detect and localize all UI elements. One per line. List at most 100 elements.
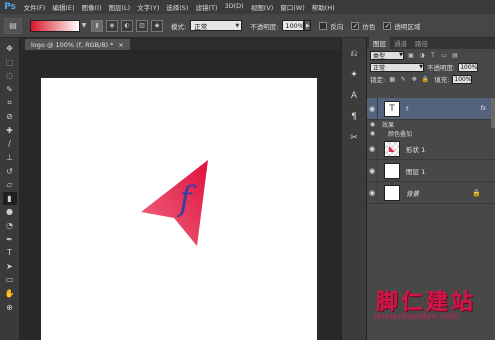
lock-pixels-icon[interactable]: ✎ — [399, 75, 407, 83]
photoshop-logo[interactable]: Ps — [0, 0, 20, 14]
fill-input[interactable]: 100% — [452, 74, 473, 84]
pen-tool-icon[interactable]: ✒ — [3, 232, 17, 246]
tab-layers[interactable]: 图层 — [369, 37, 390, 49]
clone-stamp-tool-icon[interactable]: ⊥ — [3, 151, 17, 165]
blur-tool-icon[interactable]: ● — [3, 205, 17, 219]
menu-file[interactable]: 文件(F) — [20, 2, 49, 12]
effect-color-overlay-row[interactable]: ◉ 颜色叠加 — [367, 129, 495, 138]
close-icon[interactable]: × — [118, 41, 123, 49]
watermark-url: www.dasodan.vnfe — [374, 312, 460, 322]
reflected-gradient-icon[interactable]: ▥ — [136, 19, 148, 32]
background-layer-thumb — [384, 184, 400, 201]
layer-shape-1[interactable]: ◉ ◣ 形状 1 — [367, 137, 495, 160]
watermark: 脚仁建站 www.dasodan.vnfe — [356, 282, 495, 340]
eraser-tool-icon[interactable]: ▱ — [3, 178, 17, 192]
eye-icon[interactable]: ◉ — [367, 137, 378, 160]
menu-view[interactable]: 视图(V) — [247, 2, 277, 12]
document-tab-title: logo @ 100% (f, RGB/8) * — [31, 40, 114, 49]
opacity-input[interactable]: 100% — [282, 20, 305, 31]
reverse-checkbox[interactable] — [319, 21, 328, 30]
lock-position-icon[interactable]: ✥ — [410, 75, 418, 83]
paragraph-icon[interactable]: ¶ — [346, 109, 362, 125]
filter-smart-icon[interactable]: ▤ — [451, 51, 459, 59]
gradient-tool-icon[interactable]: ▮ — [2, 191, 17, 206]
filter-select[interactable]: 类型 ▼ — [370, 50, 404, 60]
character-icon[interactable]: A — [346, 88, 362, 104]
menu-filter[interactable]: 滤镜(T) — [192, 2, 221, 12]
eye-icon[interactable]: ◉ — [367, 97, 378, 120]
lock-all-icon[interactable]: 🔒 — [421, 75, 429, 83]
layer-list: ◉ T f fx ◉ 效果 ◉ 颜色叠加 ◉ ◣ 形状 1 ◉ 图层 1 ◉ 背… — [367, 97, 495, 204]
linear-gradient-icon[interactable]: ▮ — [91, 19, 103, 32]
quick-select-tool-icon[interactable]: ✎ — [3, 83, 17, 97]
opacity-stepper-icon[interactable]: ▶ — [304, 20, 312, 31]
mode-value: 正常 — [194, 22, 208, 31]
eye-icon[interactable]: ◉ — [367, 130, 378, 137]
document-canvas[interactable]: f — [41, 78, 317, 340]
reverse-label: 反向 — [330, 22, 344, 31]
radial-gradient-icon[interactable]: ◉ — [106, 19, 118, 32]
brush-tool-icon[interactable]: ∕ — [3, 137, 17, 151]
zoom-tool-icon[interactable]: ⊕ — [3, 300, 17, 314]
marquee-tool-icon[interactable]: ⬚ — [3, 56, 17, 70]
panel-opacity-input[interactable]: 100% — [458, 62, 479, 72]
filter-label: 类型 — [373, 52, 386, 60]
crop-tool-icon[interactable]: ⌗ — [3, 96, 17, 110]
document-tab[interactable]: logo @ 100% (f, RGB/8) * × — [25, 39, 130, 50]
layer-1[interactable]: ◉ 图层 1 — [367, 159, 495, 182]
rectangle-tool-icon[interactable]: ▭ — [3, 273, 17, 287]
layer-thumb — [384, 162, 400, 179]
menu-image[interactable]: 图像(I) — [78, 2, 105, 12]
eye-icon[interactable]: ◉ — [367, 121, 378, 128]
lock-transparent-icon[interactable]: ▦ — [388, 75, 396, 83]
logo-artwork: f — [141, 160, 208, 246]
menu-layer[interactable]: 图层(L) — [105, 2, 134, 12]
menu-3d[interactable]: 3D(D) — [221, 2, 247, 12]
brush-presets-icon[interactable]: ✦ — [346, 67, 362, 83]
transparency-label: 透明区域 — [394, 22, 421, 31]
menu-type[interactable]: 文字(Y) — [134, 2, 163, 12]
eye-icon[interactable]: ◉ — [367, 159, 378, 182]
path-selection-tool-icon[interactable]: ➤ — [3, 260, 17, 274]
mode-label: 模式: — [171, 22, 187, 31]
type-tool-icon[interactable]: T — [3, 246, 17, 260]
healing-brush-tool-icon[interactable]: ✚ — [3, 124, 17, 138]
panel-tabs: 图层 通道 路径 — [367, 37, 495, 49]
transparency-checkbox[interactable]: ✓ — [383, 21, 392, 30]
menu-edit[interactable]: 编辑(E) — [49, 2, 78, 12]
dodge-tool-icon[interactable]: ◔ — [3, 219, 17, 233]
eye-icon[interactable]: ◉ — [367, 181, 378, 204]
filter-adjust-icon[interactable]: ◑ — [418, 51, 426, 59]
gradient-swatch[interactable] — [30, 19, 80, 32]
filter-type-icon[interactable]: T — [429, 51, 437, 59]
history-icon[interactable]: ⎌ — [346, 46, 362, 62]
layer-background[interactable]: ◉ 背景 🔒 — [367, 181, 495, 204]
filter-pixel-icon[interactable]: ▣ — [407, 51, 415, 59]
menu-items: 文件(F) 编辑(E) 图像(I) 图层(L) 文字(Y) 选择(S) 滤镜(T… — [20, 2, 338, 12]
mode-select[interactable]: 正常 ▼ — [190, 20, 243, 31]
tab-paths[interactable]: 路径 — [411, 37, 432, 49]
angle-gradient-icon[interactable]: ◐ — [121, 19, 133, 32]
diamond-gradient-icon[interactable]: ◆ — [151, 19, 163, 32]
move-tool-icon[interactable]: ✥ — [3, 42, 17, 56]
layer-f[interactable]: ◉ T f fx — [367, 97, 495, 120]
layers-scrollbar[interactable] — [491, 98, 495, 128]
gradient-tool-preset-icon[interactable]: ▤ — [4, 17, 22, 34]
tools-icon[interactable]: ✂ — [346, 130, 362, 146]
dither-checkbox[interactable]: ✓ — [351, 21, 360, 30]
filter-shape-icon[interactable]: ▭ — [440, 51, 448, 59]
options-bar: ▤ ▼ ▮ ◉ ◐ ▥ ◆ 模式: 正常 ▼ 不透明度: 100% ▶ 反向 ✓… — [0, 14, 495, 38]
panel-opacity-label: 不透明度: — [427, 64, 456, 72]
chevron-down-icon[interactable]: ▼ — [80, 20, 88, 32]
blend-mode-select[interactable]: 正常 ▼ — [370, 62, 424, 72]
menu-help[interactable]: 帮助(H) — [308, 2, 338, 12]
menu-select[interactable]: 选择(S) — [163, 2, 192, 12]
fx-icon[interactable]: fx — [480, 105, 486, 112]
menu-window[interactable]: 窗口(W) — [277, 2, 309, 12]
eyedropper-tool-icon[interactable]: ⊘ — [3, 110, 17, 124]
history-brush-tool-icon[interactable]: ↺ — [3, 164, 17, 178]
canvas-area: f — [21, 50, 341, 340]
tab-channels[interactable]: 通道 — [390, 37, 411, 49]
lasso-tool-icon[interactable]: ◌ — [3, 69, 17, 83]
hand-tool-icon[interactable]: ✋ — [3, 287, 17, 301]
